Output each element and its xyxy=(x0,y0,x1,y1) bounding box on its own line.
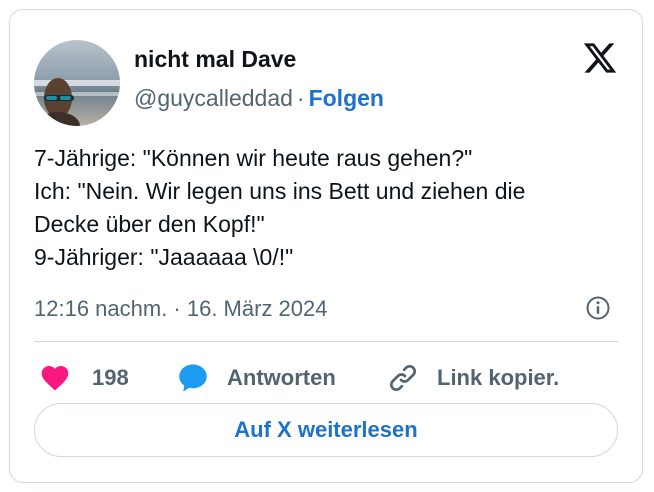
handle-row: @guycalleddad · Folgen xyxy=(134,85,384,112)
x-logo-icon[interactable] xyxy=(582,40,618,76)
follow-link[interactable]: Folgen xyxy=(309,85,384,111)
info-icon[interactable] xyxy=(585,295,611,321)
link-icon xyxy=(386,361,420,395)
tweet-card: nicht mal Dave @guycalleddad · Folgen 7-Jä… xyxy=(9,9,643,483)
separator-dot: · xyxy=(296,85,305,111)
timestamp-link[interactable]: 12:16 nachm. · 16. März 2024 xyxy=(34,296,328,322)
avatar[interactable] xyxy=(34,40,120,126)
like-button[interactable]: 198 xyxy=(38,360,129,396)
tweet-line: 7-Jährige: "Können wir heute raus gehen?… xyxy=(34,145,473,171)
reply-bubble-icon xyxy=(176,361,210,395)
tweet-line: Ich: "Nein. Wir legen uns ins Bett und z… xyxy=(34,178,526,204)
tweet-line: Decke über den Kopf!" xyxy=(34,211,265,237)
like-count: 198 xyxy=(92,365,129,390)
tweet-line: 9-Jähriger: "Jaaaaaa \0/!" xyxy=(34,244,294,270)
copy-link-button[interactable]: Link kopier. xyxy=(386,360,559,396)
tweet-text: 7-Jährige: "Können wir heute raus gehen?… xyxy=(34,142,634,274)
author-handle[interactable]: @guycalleddad xyxy=(134,85,293,111)
divider xyxy=(34,341,618,342)
read-more-button[interactable]: Auf X weiterlesen xyxy=(34,403,618,457)
reply-button[interactable]: Antworten xyxy=(176,360,336,396)
reply-label: Antworten xyxy=(227,365,336,390)
author-name[interactable]: nicht mal Dave xyxy=(134,46,296,73)
copy-link-label: Link kopier. xyxy=(437,365,560,390)
heart-icon xyxy=(38,362,72,394)
